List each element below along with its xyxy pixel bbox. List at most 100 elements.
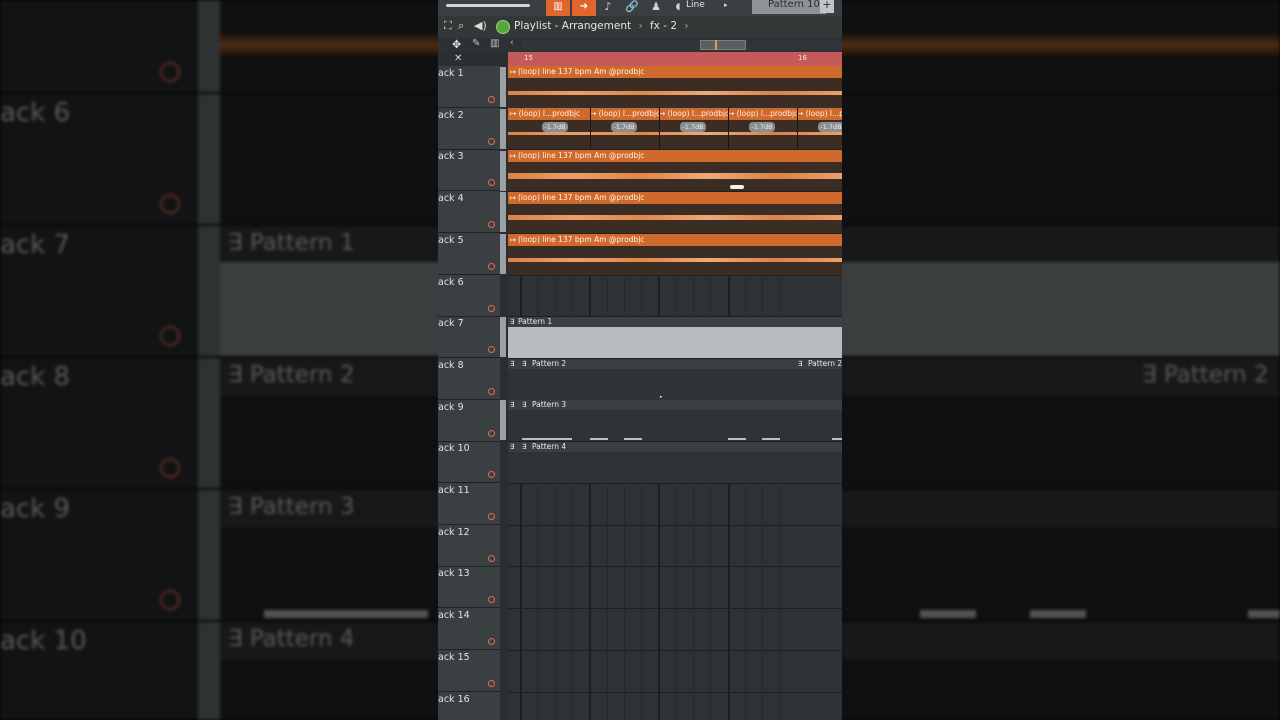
track-header[interactable]: ack 7: [438, 316, 500, 359]
pattern-clip-header[interactable]: ∃ ∃ Pattern 4: [508, 442, 842, 452]
record-arm-icon[interactable]: [488, 262, 495, 270]
record-arm-icon[interactable]: [488, 304, 495, 312]
record-arm-icon[interactable]: [488, 513, 495, 520]
gain-badge[interactable]: -1.7dB: [818, 122, 842, 132]
piano-roll-button[interactable]: ▥: [546, 0, 570, 16]
gain-badge[interactable]: -1.7dB: [749, 122, 775, 132]
pattern-clip[interactable]: ∃ Pattern 1: [508, 317, 842, 358]
clip-header[interactable]: ↦ (loop) line 137 bpm Am @prodbjc: [508, 150, 842, 162]
piano-icon[interactable]: ▥: [490, 38, 499, 49]
overview-thumb[interactable]: [700, 40, 746, 50]
close-icon[interactable]: ✕: [454, 53, 462, 64]
record-arm-icon[interactable]: [488, 471, 495, 479]
record-arm-icon[interactable]: [488, 679, 495, 687]
bg-pattern-label: ∃ Pattern 2: [228, 362, 355, 388]
track-header[interactable]: ack 1: [438, 66, 500, 108]
track-header[interactable]: ack 3: [438, 149, 500, 192]
track-mute-toggle[interactable]: [500, 400, 506, 440]
song-overview[interactable]: [522, 40, 842, 50]
record-arm-icon[interactable]: [488, 596, 495, 604]
bg-record-dot: [160, 194, 180, 214]
audio-clip[interactable]: ↦ (loop) line 137 bpm Am @prodbjc: [508, 192, 842, 233]
audio-clip-group[interactable]: ↦ (loop) l...prodbjc ↦ (loop) l...prodbj…: [508, 108, 842, 149]
waveform: [508, 258, 842, 262]
clip-header[interactable]: ↦ (loop) line 137 bpm Am @prodbjc: [508, 192, 842, 204]
audio-clip[interactable]: ↦ (loop) line 137 bpm Am @prodbjc: [508, 150, 842, 191]
record-arm-icon[interactable]: [488, 346, 495, 354]
pattern-icon: ∃: [510, 443, 515, 451]
track-mute-toggle[interactable]: [500, 192, 506, 232]
pencil-icon[interactable]: ✎: [472, 38, 480, 49]
draw-tool-icon[interactable]: ♪: [598, 0, 618, 16]
track-header[interactable]: ack 16: [438, 692, 500, 720]
link-icon[interactable]: 🔗: [622, 0, 642, 16]
pattern-clip[interactable]: ∃ ∃ Pattern 2 ∃ Pattern 2 ▸: [508, 359, 842, 400]
maximize-icon[interactable]: ⛶: [444, 19, 452, 33]
record-arm-icon[interactable]: [488, 96, 495, 103]
track-header[interactable]: ack 8: [438, 358, 500, 400]
pattern-selector[interactable]: Pattern 10: [752, 0, 826, 14]
record-arm-icon[interactable]: [488, 429, 495, 437]
track-mute-toggle[interactable]: [500, 317, 506, 357]
track-header[interactable]: ack 14: [438, 608, 500, 651]
record-arm-icon[interactable]: [488, 554, 495, 562]
clip-label: (loop) l...prodbjc: [518, 109, 581, 118]
note-dash: [590, 438, 608, 440]
track-header[interactable]: ack 10: [438, 441, 500, 484]
pattern-clip-header[interactable]: ∃ ∃ Pattern 3: [508, 400, 842, 410]
note-dash: [624, 438, 642, 440]
clip-header[interactable]: ↦ (loop) line 137 bpm Am @prodbjc: [508, 234, 842, 246]
speaker-icon[interactable]: ◀): [474, 19, 487, 32]
stamp-icon[interactable]: ♟: [646, 0, 666, 16]
bg-track-label: ack 10: [0, 626, 87, 656]
gain-badge[interactable]: -1.7dB: [611, 122, 637, 132]
audio-clip[interactable]: ↦ (loop) line 137 bpm Am @prodbjc: [508, 66, 842, 107]
waveform: [508, 215, 842, 220]
gain-badge[interactable]: -1.7dB: [542, 122, 568, 132]
bg-record-dot: [160, 326, 180, 346]
track-header[interactable]: ack 5: [438, 233, 500, 275]
clip-header[interactable]: ↦ (loop) l...prodbjc ↦ (loop) l...prodbj…: [508, 108, 842, 120]
pattern-clip[interactable]: ∃ ∃ Pattern 4: [508, 442, 842, 483]
clip-label: ↦ (loop) l...prodbjc: [728, 109, 799, 118]
track-name: ack 16: [438, 693, 470, 705]
record-arm-icon[interactable]: [488, 221, 495, 229]
track-header[interactable]: ack 15: [438, 650, 500, 692]
track-header[interactable]: ack 4: [438, 191, 500, 234]
gain-badge[interactable]: -1.7dB: [680, 122, 706, 132]
arrangement-grid[interactable]: ↦ (loop) line 137 bpm Am @prodbjc ↦ (loo…: [508, 66, 842, 720]
track-mute-toggle[interactable]: [500, 234, 506, 274]
track-header[interactable]: ack 13: [438, 566, 500, 609]
bg-track-label: ack 9: [0, 494, 71, 524]
zoom-icon[interactable]: ⌕: [458, 19, 464, 33]
record-arm-icon[interactable]: [488, 638, 495, 646]
scroll-left-icon[interactable]: ‹: [510, 38, 514, 48]
snap-selector[interactable]: Line ▸: [674, 0, 734, 13]
track-header[interactable]: ack 9: [438, 400, 500, 442]
track-mute-toggle[interactable]: [500, 151, 506, 191]
record-arm-icon[interactable]: [488, 387, 495, 395]
track-header[interactable]: ack 2: [438, 108, 500, 150]
tempo-slider[interactable]: [446, 4, 530, 7]
arrow-tool-button[interactable]: ➜: [572, 0, 596, 16]
audio-clip[interactable]: ↦ (loop) line 137 bpm Am @prodbjc: [508, 234, 842, 275]
track-name: ack 14: [438, 610, 470, 622]
fx-label[interactable]: fx - 2: [650, 20, 677, 32]
pattern-clip[interactable]: ∃ ∃ Pattern 3: [508, 400, 842, 441]
record-arm-icon[interactable]: [488, 137, 495, 145]
add-pattern-button[interactable]: +: [820, 0, 834, 13]
timeline-ruler[interactable]: 15 16: [508, 52, 842, 66]
track-header[interactable]: ack 12: [438, 525, 500, 567]
pattern-clip-header[interactable]: ∃ Pattern 1: [508, 317, 842, 327]
track-mute-toggle[interactable]: [500, 109, 506, 149]
main-toolbar: ▥ ➜ ♪ 🔗 ♟ ◖ Line ▸ Pattern 10 +: [438, 0, 842, 16]
clip-play-icon: ↦: [510, 236, 516, 244]
track-name: ack 1: [438, 68, 464, 79]
pattern-clip-header[interactable]: ∃ ∃ Pattern 2 ∃ Pattern 2: [508, 359, 842, 369]
track-header[interactable]: ack 11: [438, 483, 500, 525]
record-arm-icon[interactable]: [488, 179, 495, 187]
move-icon[interactable]: ✥: [452, 38, 461, 51]
clip-header[interactable]: ↦ (loop) line 137 bpm Am @prodbjc: [508, 66, 842, 78]
track-header[interactable]: ack 6: [438, 275, 500, 317]
track-mute-toggle[interactable]: [500, 67, 506, 107]
